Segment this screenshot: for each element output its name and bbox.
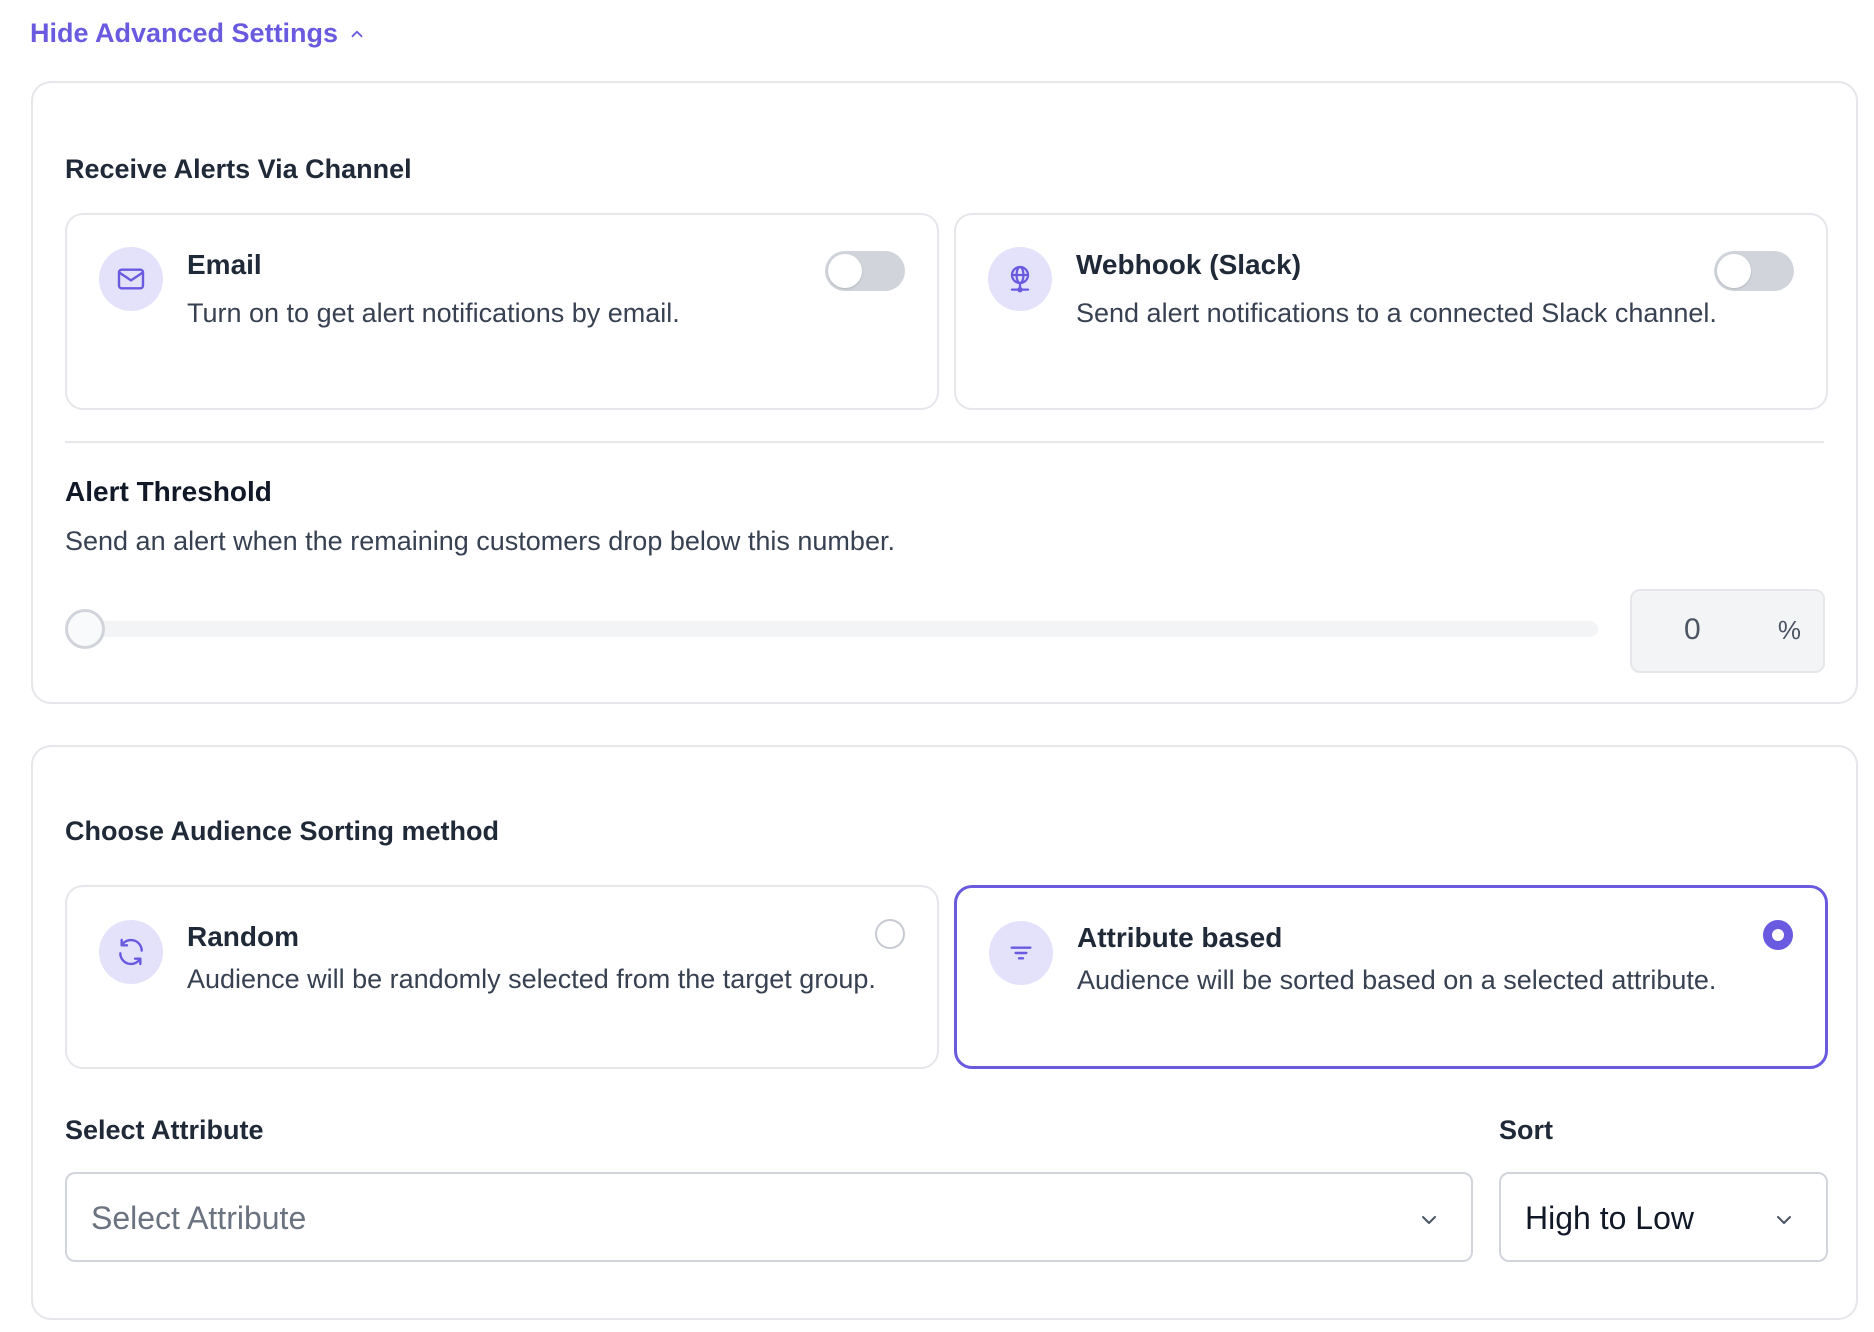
email-channel-card: Email Turn on to get alert notifications… — [65, 213, 939, 410]
email-toggle[interactable] — [825, 251, 905, 291]
sort-value: High to Low — [1525, 1200, 1694, 1236]
chevron-up-icon — [351, 30, 363, 37]
attribute-radio[interactable] — [1763, 920, 1793, 950]
threshold-slider-track[interactable] — [65, 621, 1598, 637]
filter-icon — [1010, 946, 1032, 960]
threshold-description: Send an alert when the remaining custome… — [65, 526, 895, 556]
webhook-channel-card: Webhook (Slack) Send alert notifications… — [954, 213, 1828, 410]
attribute-icon-wrap — [989, 921, 1053, 985]
toggle-knob — [1717, 254, 1751, 288]
threshold-slider-thumb[interactable] — [65, 609, 105, 649]
alerts-panel: Receive Alerts Via Channel Email Turn on… — [31, 81, 1858, 704]
webhook-icon-wrap — [988, 247, 1052, 311]
attribute-description: Audience will be sorted based on a selec… — [1077, 965, 1717, 995]
select-attribute-label: Select Attribute — [65, 1115, 264, 1145]
sorting-section-title: Choose Audience Sorting method — [65, 816, 500, 846]
random-description: Audience will be randomly selected from … — [187, 964, 876, 994]
webhook-toggle[interactable] — [1714, 251, 1794, 291]
threshold-title: Alert Threshold — [65, 476, 272, 507]
random-title: Random — [187, 921, 299, 952]
sort-dropdown[interactable]: High to Low — [1499, 1172, 1828, 1262]
webhook-title: Webhook (Slack) — [1076, 249, 1302, 280]
envelope-icon — [117, 268, 145, 290]
random-icon-wrap — [99, 920, 163, 984]
webhook-description: Send alert notifications to a connected … — [1076, 298, 1717, 328]
sorting-panel: Choose Audience Sorting method Random Au… — [31, 745, 1858, 1320]
email-icon-wrap — [99, 247, 163, 311]
hide-advanced-settings-toggle[interactable]: Hide Advanced Settings — [30, 18, 366, 49]
section-divider — [65, 441, 1824, 443]
toggle-knob — [828, 254, 862, 288]
refresh-icon — [119, 938, 143, 966]
select-attribute-placeholder: Select Attribute — [91, 1200, 307, 1236]
attribute-title: Attribute based — [1077, 922, 1283, 953]
toggle-label: Hide Advanced Settings — [30, 18, 339, 48]
attribute-option-card[interactable]: Attribute based Audience will be sorted … — [954, 885, 1828, 1069]
random-radio[interactable] — [875, 919, 905, 949]
select-attribute-dropdown[interactable]: Select Attribute — [65, 1172, 1473, 1262]
globe-icon — [1010, 265, 1030, 293]
threshold-value: 0 — [1684, 613, 1701, 646]
threshold-value-input[interactable]: 0 % — [1630, 589, 1825, 673]
chevron-down-icon — [1777, 1216, 1791, 1224]
alerts-section-title: Receive Alerts Via Channel — [65, 154, 412, 184]
email-description: Turn on to get alert notifications by em… — [187, 298, 680, 328]
chevron-down-icon — [1422, 1216, 1436, 1224]
sort-label: Sort — [1499, 1115, 1553, 1145]
threshold-unit: % — [1777, 615, 1801, 645]
random-option-card[interactable]: Random Audience will be randomly selecte… — [65, 885, 939, 1069]
email-title: Email — [187, 249, 262, 280]
